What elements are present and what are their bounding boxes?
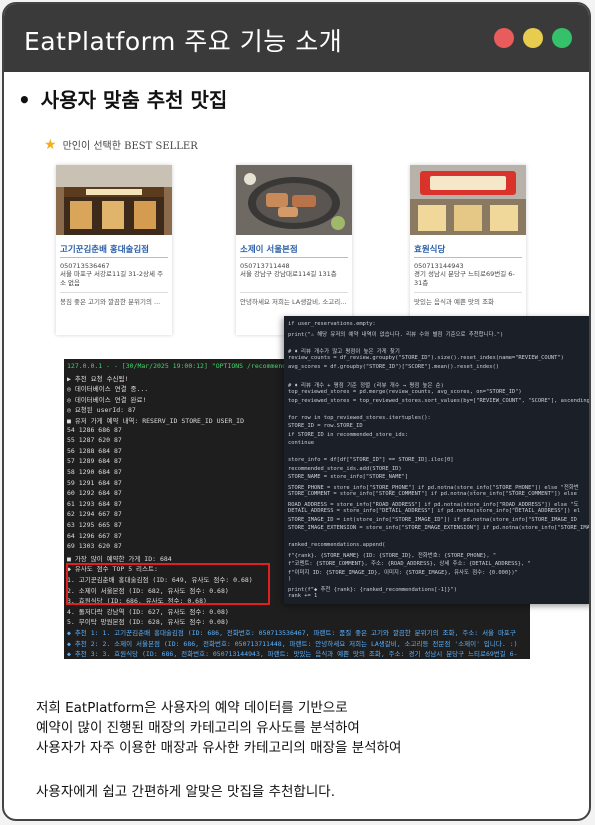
code-line: rank += 1 [288, 593, 318, 599]
terminal-line: ■ 유저 가게 예약 내역: RESERV_ID STORE_ID USER_I… [67, 417, 244, 425]
code-line: recommended_store_ids.add(STORE_ID) [288, 465, 402, 472]
terminal-line: 4. 돌저다락 강남역 (ID: 627, 유사도 점수: 0.08) [67, 607, 229, 616]
code-editor-snippet: if user_reservations.empty: print("⚠ 해당 … [284, 316, 591, 604]
description-line: 사용자에게 쉽고 간편하게 알맞은 맛집을 추천합니다. [36, 784, 335, 800]
terminal-line: 63 1295 665 87 [67, 521, 122, 529]
code-line: if user_reservations.empty: [288, 321, 376, 327]
code-line: STORE_IMAGE_EXTENSION = store_info["STOR… [288, 525, 591, 531]
store-photo-restaurant-front [56, 165, 172, 235]
store-address: 서울 마포구 서강로11길 31-2상세 주소 없음 [60, 270, 164, 287]
store-phone: 050713536467 [60, 262, 110, 270]
code-line: if STORE_ID in recommended_store_ids: [288, 431, 409, 438]
code-line: # ♦ 리뷰 개수가 많고 평점이 높은 가게 찾기 [288, 348, 400, 355]
code-line: f"{rank}. {STORE_NAME} (ID: {STORE_ID}, … [288, 552, 497, 559]
code-line: STORE_IMAGE_ID = int(store_info["STORE_I… [288, 516, 577, 523]
store-name: 효원식당 [414, 245, 446, 255]
best-seller-screenshot: ★ 만인이 선택한 BEST SELLER 고기꾼김춘배 홍대술김점 050713… [34, 129, 554, 344]
store-name: 고기꾼김춘배 홍대술김점 [60, 245, 149, 255]
terminal-line: 5. 무이탁 망원본점 (ID: 628, 유사도 점수: 0.08) [67, 618, 229, 627]
terminal-line: 69 1303 620 87 [67, 542, 122, 551]
terminal-line: ◎ 데이터베이스 연결 중... [67, 385, 149, 394]
terminal-line: ◆ 추천 2: 2. 소제이 서울본점 (ID: 686, 전화번호: 0507… [67, 639, 518, 648]
code-line: ROAD_ADDRESS = store_info["ROAD_ADDRESS"… [288, 501, 579, 508]
description-line: 저희 EatPlatform은 사용자의 예약 데이터를 기반으로 [36, 700, 348, 716]
code-line: print(f"◆ 추천 {rank}: {ranked_recommendat… [288, 586, 457, 593]
divider [240, 257, 348, 258]
close-dot-button[interactable] [494, 28, 514, 48]
terminal-line: 58 1290 684 87 [67, 468, 122, 476]
store-phone: 050713144943 [414, 262, 464, 270]
minimize-dot-button[interactable] [523, 28, 543, 48]
terminal-line: 61 1293 684 87 [67, 499, 122, 508]
terminal-line: 56 1288 684 87 [67, 446, 122, 455]
top3-highlight-box [66, 563, 270, 605]
store-address: 경기 성남시 분당구 느티로69번길 6-31층 [414, 270, 515, 287]
code-line: top_reviewed_stores = pd.merge(review_co… [288, 389, 522, 395]
presentation-window: EatPlatform 주요 기능 소개 • 사용자 맞춤 추천 맛집 ★ 만인이 … [2, 2, 591, 821]
terminal-line: ◆ 추천 1: 1. 고기꾼김춘배 홍대술김점 (ID: 686, 전화번호: … [67, 629, 516, 637]
terminal-line: ◎ 요청된 userId: 87 [67, 406, 136, 415]
code-line: f"이미지 ID: {STORE_IMAGE_ID}, 이미지: {STORE_… [288, 569, 518, 576]
code-line: # ♦ 리뷰 개수 + 평점 기준 정렬 (리뷰 개수 → 평점 높은 순) [288, 382, 444, 389]
terminal-line: ■ 가장 많이 예약한 가게 ID: 684 [67, 554, 172, 563]
code-line: ) [288, 576, 292, 582]
best-seller-title: 만인이 선택한 BEST SELLER [62, 141, 198, 152]
star-icon: ★ [44, 137, 57, 153]
divider [240, 292, 348, 293]
code-line: DETAIL_ADDRESS = store_info["DETAIL_ADDR… [288, 508, 581, 514]
divider [414, 292, 522, 293]
heading-text: 사용자 맞춤 추천 맛집 [40, 88, 228, 112]
store-photo-signboard [410, 165, 526, 235]
terminal-line: 57 1289 684 87 [67, 457, 122, 466]
code-line: for row in top_reviewed_stores.itertuple… [288, 414, 431, 421]
terminal-line: 59 1291 684 87 [67, 478, 122, 487]
terminal-line: ▶ 추천 요청 수신됨! [67, 374, 129, 383]
terminal-line: 60 1292 684 87 [67, 489, 122, 498]
code-line: review_counts = df_review.groupby("STORE… [288, 355, 564, 361]
terminal-line: 55 1287 620 87 [67, 436, 122, 445]
store-card[interactable]: 효원식당 050713144943 경기 성남시 분당구 느티로69번길 6-3… [410, 165, 526, 335]
code-line: avg_scores = df.groupby("STORE_ID")["SCO… [288, 363, 499, 370]
terminal-line: 64 1296 667 87 [67, 531, 122, 540]
code-line: print("⚠ 해당 유저의 예약 내역이 없습니다. 리뷰 수와 별점 기준… [288, 331, 504, 338]
terminal-line: 54 1286 686 87 [67, 425, 122, 434]
section-heading: • 사용자 맞춤 추천 맛집 [18, 84, 227, 113]
store-description: 맛있는 음식과 예쁜 맛의 조화 [414, 298, 495, 306]
store-card[interactable]: 소제이 서울본점 050713711448 서울 강남구 강남대로114길 13… [236, 165, 352, 335]
title-bar: EatPlatform 주요 기능 소개 [4, 4, 589, 72]
heading-bullet: • [18, 88, 31, 112]
store-name: 소제이 서울본점 [240, 245, 298, 255]
code-line: STORE_PHONE = store_info["STORE_PHONE"] … [288, 484, 579, 491]
terminal-line: 62 1294 667 87 [67, 510, 122, 519]
window-title: EatPlatform 주요 기능 소개 [24, 27, 343, 56]
code-line: top_reviewed_stores = top_reviewed_store… [288, 397, 591, 404]
divider [60, 257, 168, 258]
terminal-line: ◆ 추천 3: 3. 효원식당 (ID: 686, 전화번호: 05071314… [67, 650, 518, 659]
description-line: 예약이 많이 진행된 매장의 카테고리의 유사도를 분석하여 [36, 720, 360, 736]
terminal-line: 127.0.0.1 - - [30/Mar/2025 19:00:12] "OP… [67, 362, 287, 370]
code-line: STORE_ID = row.STORE_ID [288, 423, 363, 429]
code-line: ranked_recommendations.append( [288, 542, 386, 548]
store-address: 서울 강남구 강남대로114길 131층 [240, 270, 337, 278]
maximize-dot-button[interactable] [552, 28, 572, 48]
code-line: STORE_NAME = store_info["STORE_NAME"] [288, 474, 409, 480]
divider [414, 257, 522, 258]
terminal-line: ◎ 데이터베이스 연결 완료! [67, 395, 147, 404]
code-line: store_info = df[df["STORE_ID"] == STORE_… [288, 457, 454, 463]
store-description: 안녕하세요 저희는 LA생갈비, 소고리... [240, 298, 347, 306]
store-photo-grilled-meat [236, 165, 352, 235]
code-line: f"코멘트: {STORE_COMMENT}, 주소: {ROAD_ADDRES… [288, 561, 531, 567]
description-line: 사용자가 자주 이용한 매장과 유사한 카테고리의 매장을 분석하여 [36, 740, 402, 756]
code-line: STORE_COMMENT = store_info["STORE_COMMEN… [288, 491, 577, 497]
store-card[interactable]: 고기꾼김춘배 홍대술김점 050713536467 서울 마포구 서강로11길 … [56, 165, 172, 335]
code-line: continue [288, 440, 314, 446]
divider [60, 292, 168, 293]
store-description: 봉짐 좋은 고기와 깔끔한 분위기의 ... [60, 298, 161, 306]
store-phone: 050713711448 [240, 262, 290, 270]
best-seller-header: ★ 만인이 선택한 BEST SELLER [44, 137, 198, 153]
